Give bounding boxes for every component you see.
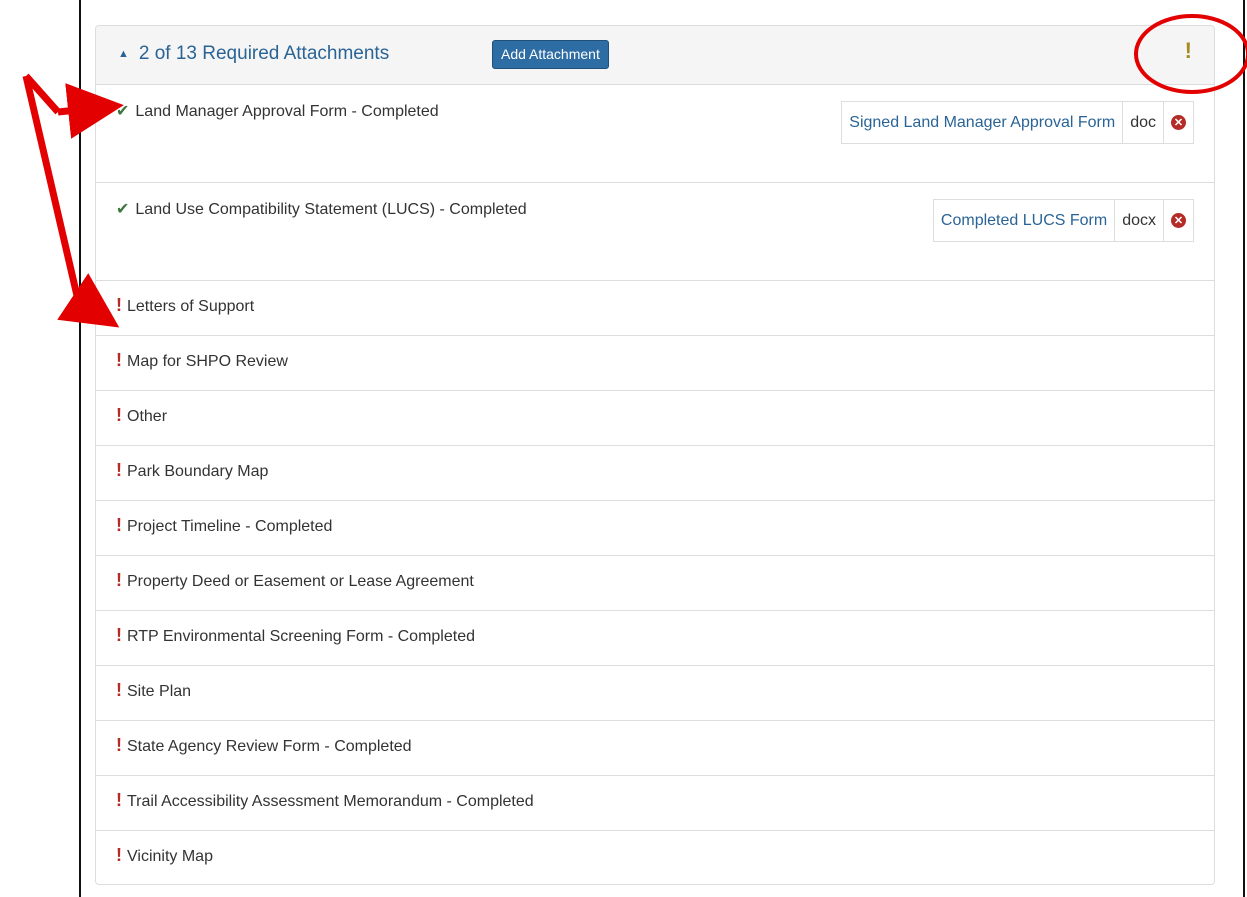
- attachment-label: Other: [127, 408, 168, 425]
- exclamation-icon: !: [116, 735, 122, 755]
- attachment-label: Vicinity Map: [127, 848, 213, 865]
- exclamation-icon: !: [116, 680, 122, 700]
- list-item: ✔ Land Use Compatibility Statement (LUCS…: [96, 183, 1214, 281]
- caret-up-icon: ▲: [118, 48, 129, 60]
- attachment-label: Letters of Support: [127, 298, 255, 315]
- exclamation-icon: !: [116, 515, 122, 535]
- attachments-panel: ▲ 2 of 13 Required Attachments Add Attac…: [95, 25, 1215, 885]
- warning-icon: !: [1184, 38, 1192, 63]
- file-type: doc: [1123, 102, 1164, 143]
- exclamation-icon: !: [116, 295, 122, 315]
- list-item: ! Map for SHPO Review: [96, 336, 1214, 391]
- list-item: ! Property Deed or Easement or Lease Agr…: [96, 556, 1214, 611]
- remove-circle-icon[interactable]: ✕: [1171, 213, 1186, 228]
- attachment-label: Project Timeline - Completed: [127, 518, 333, 535]
- list-item: ! Park Boundary Map: [96, 446, 1214, 501]
- list-item: ! Site Plan: [96, 666, 1214, 721]
- exclamation-icon: !: [116, 460, 122, 480]
- list-item: ! Other: [96, 391, 1214, 446]
- list-item: ! Project Timeline - Completed: [96, 501, 1214, 556]
- check-icon: ✔: [116, 201, 130, 218]
- add-attachment-button[interactable]: Add Attachment: [492, 40, 609, 69]
- attachment-label: Map for SHPO Review: [127, 353, 288, 370]
- list-item: ! RTP Environmental Screening Form - Com…: [96, 611, 1214, 666]
- check-icon: ✔: [116, 103, 130, 120]
- list-item: ! Vicinity Map: [96, 831, 1214, 884]
- list-item: ! Trail Accessibility Assessment Memoran…: [96, 776, 1214, 831]
- file-entry: Completed LUCS Form docx ✕: [932, 199, 1194, 242]
- remove-circle-icon[interactable]: ✕: [1171, 115, 1186, 130]
- file-type: docx: [1115, 200, 1164, 241]
- panel-heading: ▲ 2 of 13 Required Attachments Add Attac…: [96, 26, 1214, 85]
- attachment-label: Site Plan: [127, 683, 192, 700]
- attachment-label: State Agency Review Form - Completed: [127, 738, 412, 755]
- file-link[interactable]: Completed LUCS Form: [941, 212, 1107, 230]
- collapse-toggle[interactable]: ▲ 2 of 13 Required Attachments: [118, 43, 389, 65]
- list-item: ✔ Land Manager Approval Form - Completed…: [96, 85, 1214, 183]
- exclamation-icon: !: [116, 570, 122, 590]
- exclamation-icon: !: [116, 845, 122, 865]
- attachment-label: Land Use Compatibility Statement (LUCS) …: [135, 201, 527, 218]
- exclamation-icon: !: [116, 790, 122, 810]
- annotation-arrow: [23, 73, 61, 115]
- panel-title: 2 of 13 Required Attachments: [138, 43, 390, 64]
- attachment-label: RTP Environmental Screening Form - Compl…: [127, 628, 475, 645]
- exclamation-icon: !: [116, 350, 122, 370]
- list-item: ! Letters of Support: [96, 281, 1214, 336]
- exclamation-icon: !: [116, 625, 122, 645]
- attachment-label: Land Manager Approval Form - Completed: [135, 103, 439, 120]
- file-entry: Signed Land Manager Approval Form doc ✕: [841, 101, 1194, 144]
- attachment-label: Park Boundary Map: [127, 463, 269, 480]
- file-link[interactable]: Signed Land Manager Approval Form: [849, 114, 1115, 132]
- list-item: ! State Agency Review Form - Completed: [96, 721, 1214, 776]
- attachment-label: Property Deed or Easement or Lease Agree…: [127, 573, 474, 590]
- annotation-arrow: [22, 75, 82, 301]
- exclamation-icon: !: [116, 405, 122, 425]
- attachment-label: Trail Accessibility Assessment Memorandu…: [127, 793, 534, 810]
